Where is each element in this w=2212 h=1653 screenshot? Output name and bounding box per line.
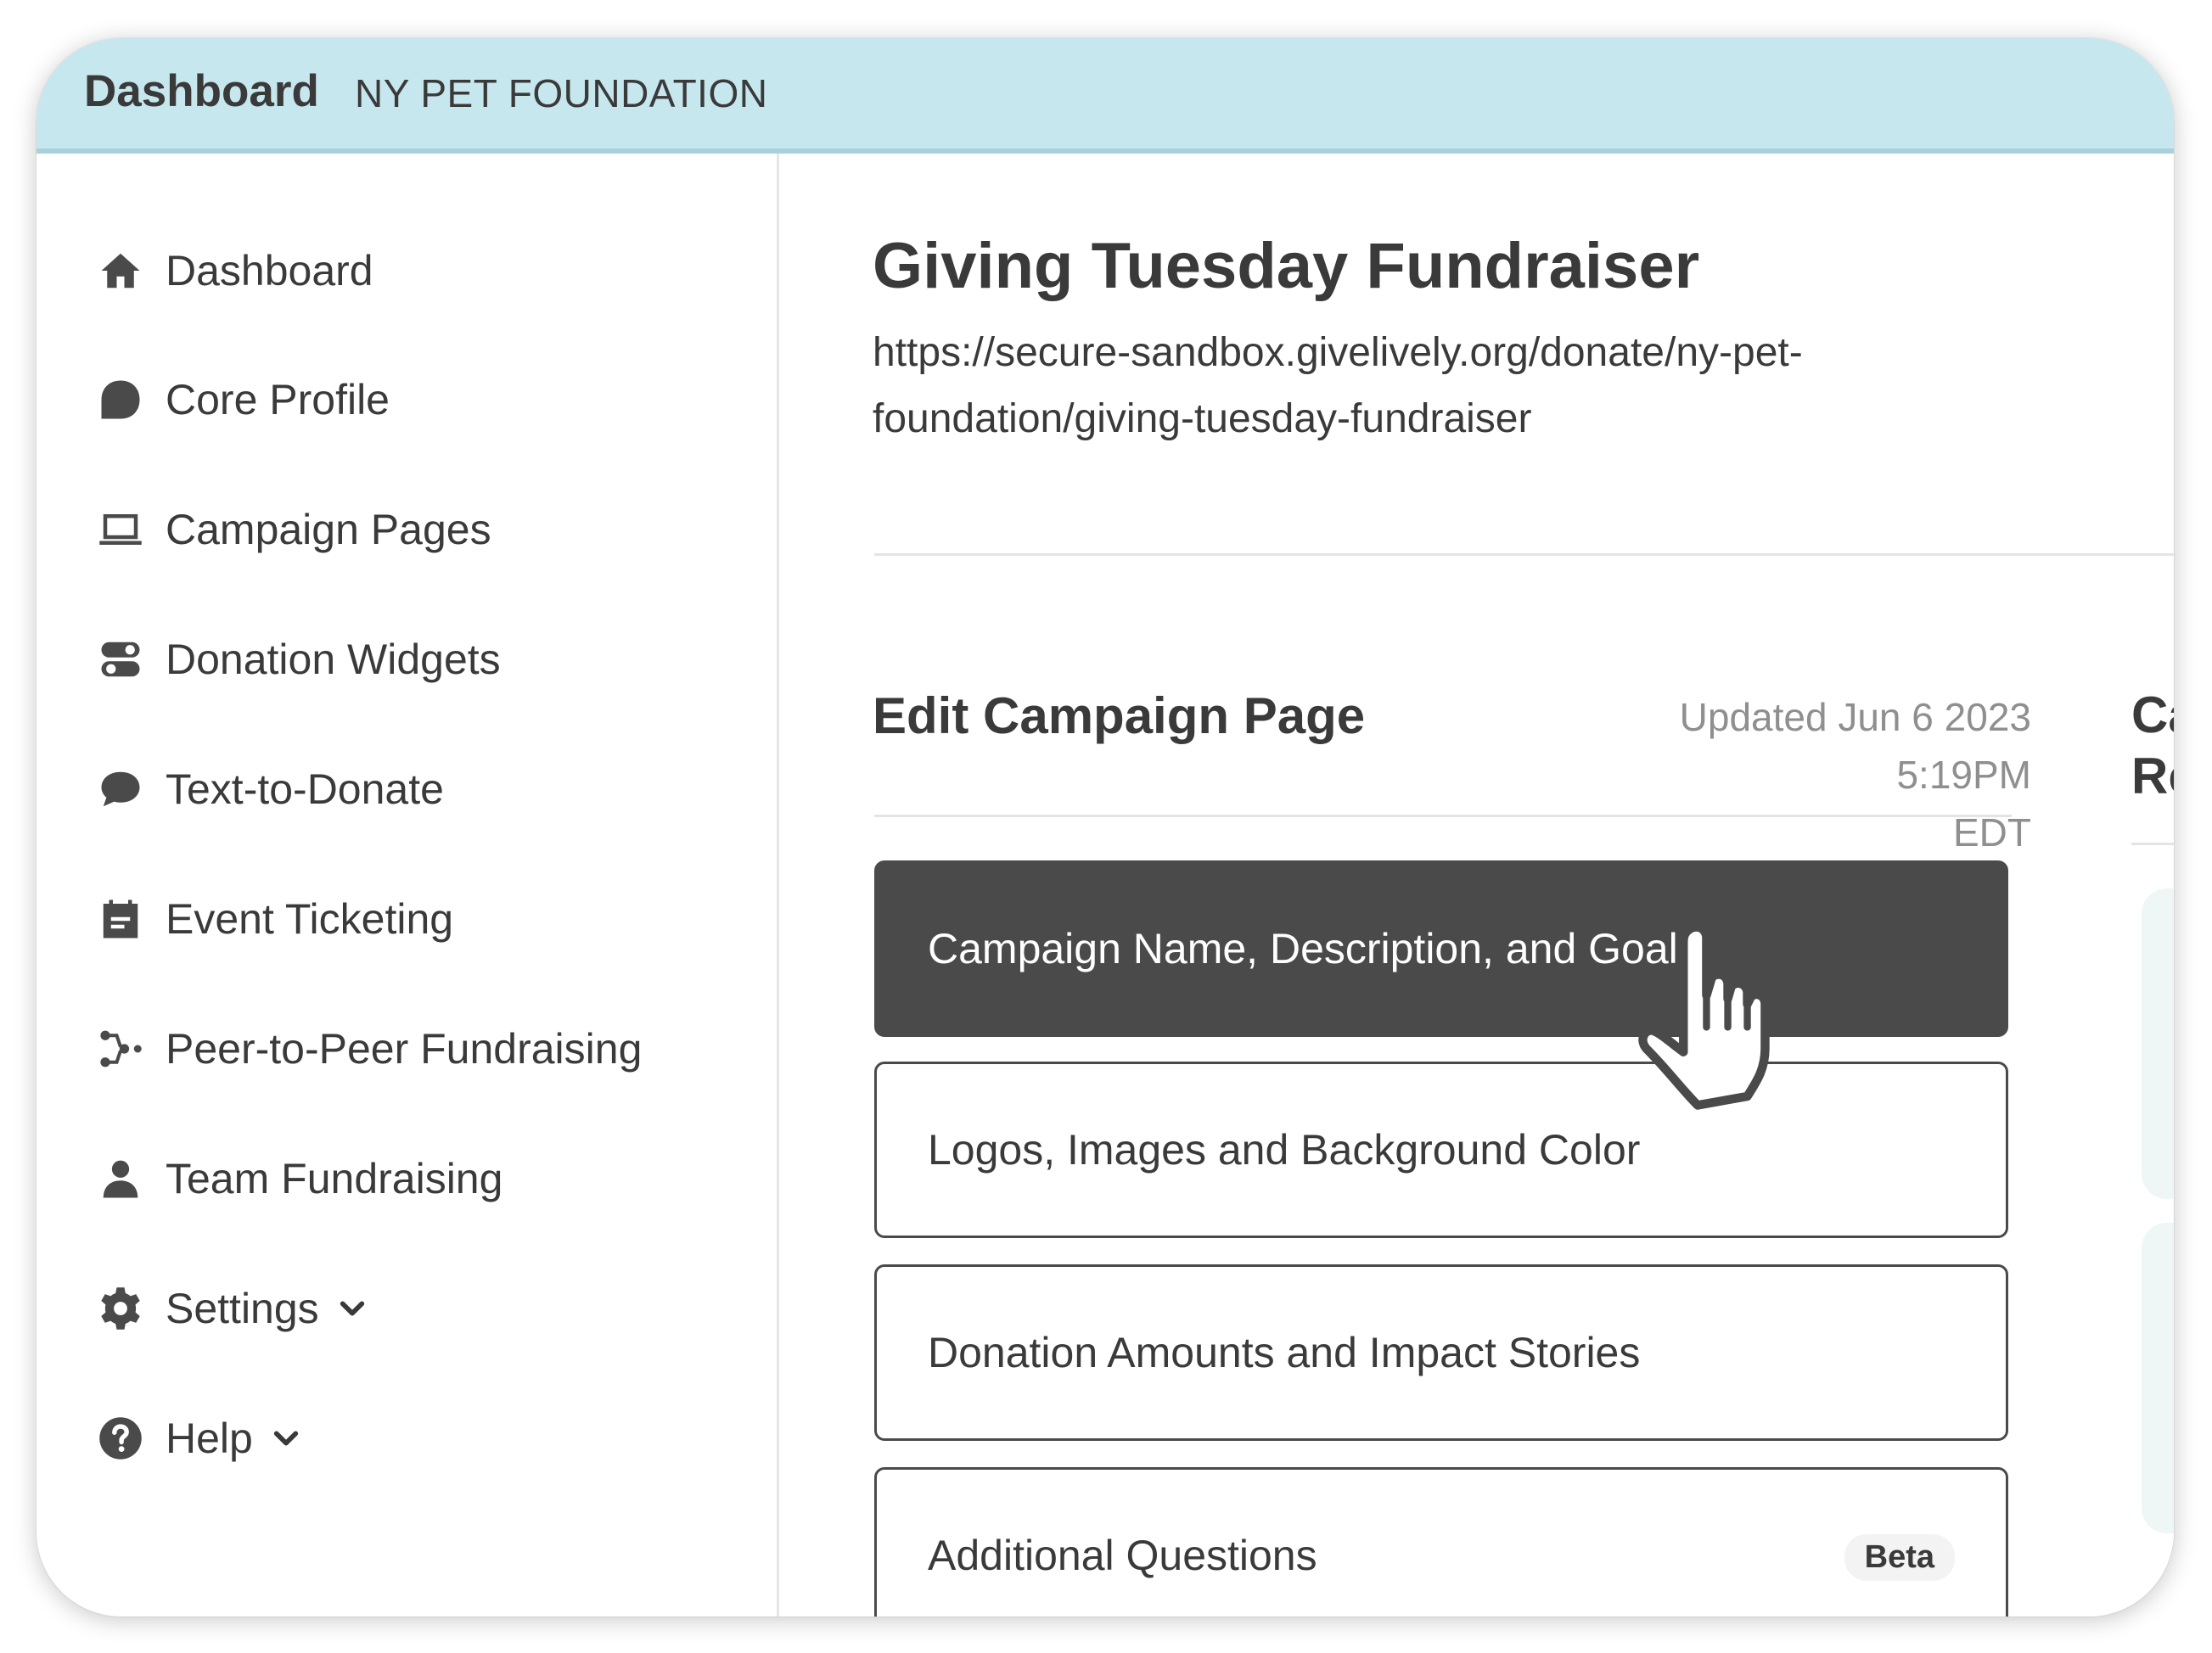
home-icon bbox=[96, 246, 145, 295]
chevron-down-icon bbox=[272, 1424, 300, 1453]
toggles-icon bbox=[96, 635, 145, 684]
sidebar-item-help[interactable]: Help bbox=[96, 1404, 300, 1472]
sidebar-item-label: Core Profile bbox=[166, 376, 390, 423]
sidebar-item-peer-to-peer[interactable]: Peer-to-Peer Fundraising bbox=[96, 1015, 642, 1083]
menu-additional-questions[interactable]: Additional Questions Beta bbox=[874, 1467, 2008, 1617]
menu-campaign-name-description-goal[interactable]: Campaign Name, Description, and Goal bbox=[874, 860, 2008, 1037]
menu-logos-images-background[interactable]: Logos, Images and Background Color bbox=[874, 1062, 2008, 1238]
divider bbox=[874, 553, 2174, 556]
organization-name: NY PET FOUNDATION bbox=[355, 71, 768, 115]
section-title: Edit Campaign Page bbox=[873, 687, 1366, 744]
main-content: Giving Tuesday Fundraiser https://secure… bbox=[779, 154, 2174, 1617]
network-icon bbox=[96, 1024, 145, 1073]
sidebar-item-dashboard[interactable]: Dashboard bbox=[96, 237, 373, 305]
campaign-url-line-1: https://secure-sandbox.givelively.org/do… bbox=[873, 330, 1803, 375]
sidebar-item-label: Event Ticketing bbox=[166, 895, 454, 943]
menu-row-label: Campaign Name, Description, and Goal bbox=[928, 925, 1678, 972]
right-column-card bbox=[2142, 1223, 2174, 1533]
top-bar: Dashboard NY PET FOUNDATION bbox=[36, 38, 2174, 154]
sidebar-item-settings[interactable]: Settings bbox=[96, 1275, 367, 1342]
menu-row-label: Logos, Images and Background Color bbox=[928, 1126, 1641, 1174]
right-column-title: Car Res bbox=[2131, 685, 2174, 807]
campaign-url-line-2: foundation/giving-tuesday-fundraiser bbox=[873, 396, 1532, 441]
updated-timestamp: Updated Jun 6 2023 5:19PM EDT bbox=[1649, 688, 2031, 861]
app-window: Dashboard NY PET FOUNDATION Dashboard Co… bbox=[36, 38, 2174, 1617]
sidebar-item-team-fundraising[interactable]: Team Fundraising bbox=[96, 1145, 502, 1213]
sidebar-item-label: Peer-to-Peer Fundraising bbox=[166, 1025, 643, 1073]
campaign-url[interactable]: https://secure-sandbox.givelively.org/do… bbox=[873, 320, 1976, 452]
sidebar-item-label: Text-to-Donate bbox=[166, 765, 444, 813]
updated-line-2: EDT bbox=[1953, 810, 2031, 855]
right-column-title-line-1: Car bbox=[2131, 686, 2174, 743]
beta-badge: Beta bbox=[1844, 1534, 1955, 1581]
person-icon bbox=[96, 1154, 145, 1203]
right-column-title-line-2: Res bbox=[2131, 748, 2174, 804]
menu-donation-amounts-impact[interactable]: Donation Amounts and Impact Stories bbox=[874, 1264, 2008, 1441]
sidebar-item-label: Team Fundraising bbox=[166, 1155, 503, 1202]
sidebar-item-core-profile[interactable]: Core Profile bbox=[96, 366, 390, 434]
chat-bubble-icon bbox=[96, 765, 145, 814]
right-column-card bbox=[2142, 888, 2174, 1199]
menu-row-label: Additional Questions bbox=[928, 1532, 1317, 1579]
brand-dashboard-link[interactable]: Dashboard bbox=[84, 62, 319, 121]
laptop-icon bbox=[96, 505, 145, 554]
sidebar: Dashboard Core Profile Campaign Pages Do… bbox=[36, 154, 779, 1617]
profile-blob-icon bbox=[96, 375, 145, 424]
sidebar-item-label: Settings bbox=[166, 1285, 319, 1332]
page-title: Giving Tuesday Fundraiser bbox=[873, 230, 1700, 302]
sidebar-item-donation-widgets[interactable]: Donation Widgets bbox=[96, 625, 501, 693]
divider bbox=[874, 815, 2012, 817]
sidebar-item-event-ticketing[interactable]: Event Ticketing bbox=[96, 885, 453, 953]
sidebar-item-label: Dashboard bbox=[166, 247, 373, 294]
chevron-down-icon bbox=[338, 1294, 367, 1323]
question-icon bbox=[96, 1414, 145, 1463]
sidebar-item-label: Donation Widgets bbox=[166, 636, 501, 683]
sidebar-item-text-to-donate[interactable]: Text-to-Donate bbox=[96, 755, 444, 823]
sidebar-item-campaign-pages[interactable]: Campaign Pages bbox=[96, 496, 491, 563]
gear-icon bbox=[96, 1284, 145, 1333]
updated-line-1: Updated Jun 6 2023 5:19PM bbox=[1679, 695, 2031, 797]
divider bbox=[2131, 843, 2174, 845]
sidebar-item-label: Help bbox=[166, 1415, 253, 1462]
menu-row-label: Donation Amounts and Impact Stories bbox=[928, 1329, 1641, 1376]
calendar-icon bbox=[96, 894, 145, 944]
sidebar-item-label: Campaign Pages bbox=[166, 506, 491, 553]
